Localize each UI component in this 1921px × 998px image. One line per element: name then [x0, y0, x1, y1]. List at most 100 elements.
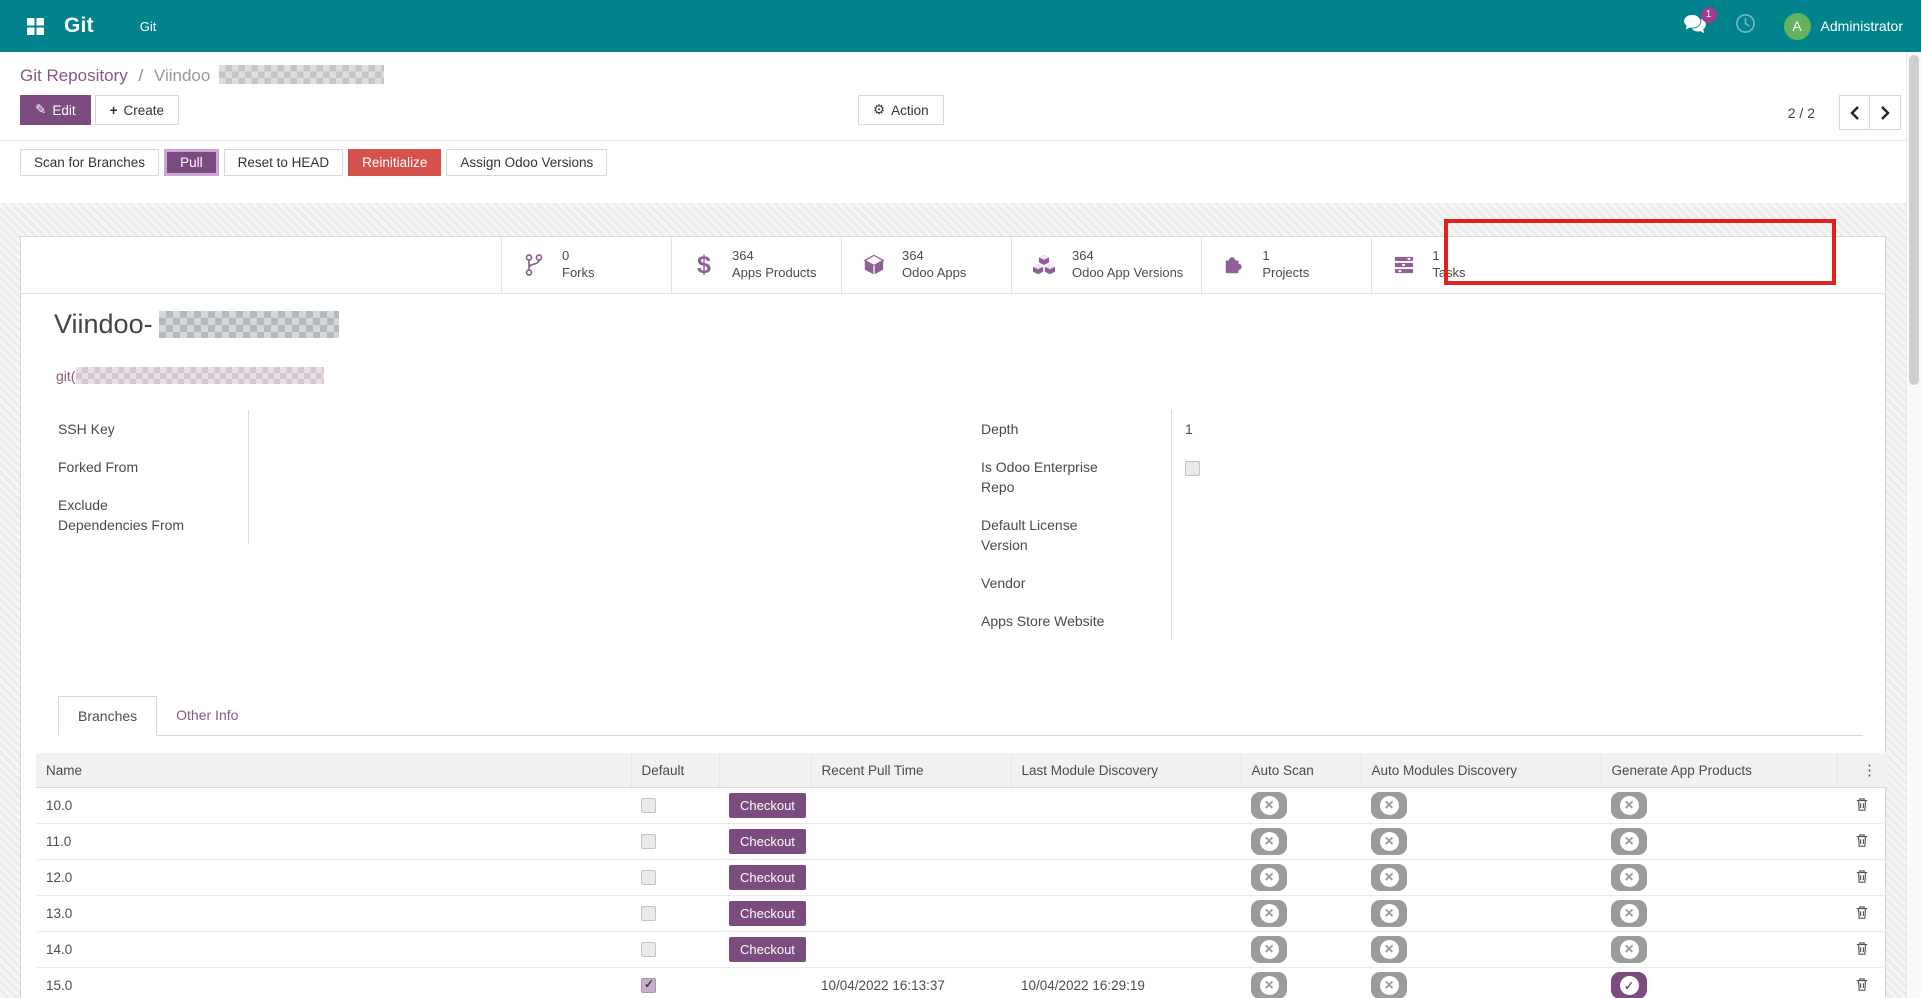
- col-header-generate-app-products[interactable]: Generate App Products: [1601, 753, 1837, 788]
- recent-pull-time: [811, 824, 1011, 860]
- checkout-button[interactable]: Checkout: [729, 793, 806, 818]
- activities-clock-icon[interactable]: [1735, 13, 1756, 39]
- branch-name[interactable]: 15.0: [36, 968, 631, 998]
- pager-value: 2 / 2: [1788, 105, 1815, 121]
- recent-pull-time: [811, 932, 1011, 968]
- action-button[interactable]: ⚙ Action: [858, 95, 944, 125]
- col-header-last-module-discovery[interactable]: Last Module Discovery: [1011, 753, 1241, 788]
- last-module-discovery: [1011, 788, 1241, 824]
- stat-button-odoo-apps[interactable]: 364 Odoo Apps: [841, 237, 1011, 293]
- branch-name[interactable]: 12.0: [36, 860, 631, 896]
- generate-app-products-toggle[interactable]: [1611, 936, 1647, 963]
- col-header-default[interactable]: Default: [631, 753, 719, 788]
- generate-app-products-toggle[interactable]: [1611, 792, 1647, 819]
- default-checkbox[interactable]: [641, 942, 656, 957]
- checkout-button[interactable]: Checkout: [729, 829, 806, 854]
- branch-name[interactable]: 10.0: [36, 788, 631, 824]
- stat-button-forks[interactable]: 0 Forks: [501, 237, 671, 293]
- avatar: A: [1784, 13, 1811, 40]
- last-module-discovery: [1011, 932, 1241, 968]
- messages-button[interactable]: 1: [1683, 14, 1707, 39]
- last-module-discovery: [1011, 860, 1241, 896]
- control-panel: Git Repository / Viindoo ✎ Edit + Create…: [0, 52, 1921, 140]
- chevron-right-icon: [1880, 106, 1890, 120]
- scan-for-branches-button[interactable]: Scan for Branches: [20, 149, 159, 176]
- create-button[interactable]: + Create: [95, 95, 179, 125]
- repo-url-link[interactable]: git(: [56, 367, 1885, 384]
- user-menu[interactable]: A Administrator: [1784, 13, 1903, 40]
- generate-app-products-toggle[interactable]: [1611, 828, 1647, 855]
- field-value-depth: 1: [1171, 410, 1855, 448]
- default-checkbox[interactable]: [641, 870, 656, 885]
- table-row[interactable]: 10.0 Checkout: [36, 788, 1887, 824]
- auto-modules-discovery-toggle[interactable]: [1371, 900, 1407, 927]
- field-label-depth: Depth: [981, 410, 1171, 448]
- col-header-name[interactable]: Name: [36, 753, 631, 788]
- delete-icon[interactable]: [1853, 867, 1871, 889]
- col-header-recent-pull-time[interactable]: Recent Pull Time: [811, 753, 1011, 788]
- nav-menu-git[interactable]: Git: [136, 13, 161, 40]
- checkout-button[interactable]: Checkout: [729, 865, 806, 890]
- reset-to-head-button[interactable]: Reset to HEAD: [224, 149, 344, 176]
- default-checkbox[interactable]: [641, 906, 656, 921]
- is-odoo-enterprise-repo-checkbox[interactable]: [1185, 461, 1200, 476]
- breadcrumb-parent[interactable]: Git Repository: [20, 66, 128, 85]
- field-label-vendor: Vendor: [981, 564, 1171, 602]
- auto-scan-toggle[interactable]: [1251, 792, 1287, 819]
- auto-modules-discovery-toggle[interactable]: [1371, 936, 1407, 963]
- auto-scan-toggle[interactable]: [1251, 864, 1287, 891]
- col-header-auto-scan[interactable]: Auto Scan: [1241, 753, 1361, 788]
- form-content-area: 0 Forks $ 364 Apps Products: [0, 203, 1921, 998]
- stat-button-apps-products[interactable]: $ 364 Apps Products: [671, 237, 841, 293]
- field-group-right: Depth 1 Is Odoo Enterprise Repo Default …: [981, 410, 1855, 640]
- auto-modules-discovery-toggle[interactable]: [1371, 864, 1407, 891]
- auto-modules-discovery-toggle[interactable]: [1371, 828, 1407, 855]
- table-row[interactable]: 12.0 Checkout: [36, 860, 1887, 896]
- tab-branches[interactable]: Branches: [58, 696, 157, 736]
- table-row[interactable]: 14.0 Checkout: [36, 932, 1887, 968]
- optional-columns-icon[interactable]: ⋮: [1837, 753, 1887, 788]
- delete-icon[interactable]: [1853, 975, 1871, 997]
- auto-modules-discovery-toggle[interactable]: [1371, 792, 1407, 819]
- branch-name[interactable]: 11.0: [36, 824, 631, 860]
- auto-modules-discovery-toggle[interactable]: [1371, 972, 1407, 998]
- edit-button[interactable]: ✎ Edit: [20, 95, 91, 125]
- generate-app-products-toggle[interactable]: [1611, 900, 1647, 927]
- delete-icon[interactable]: [1853, 795, 1871, 817]
- app-brand[interactable]: Git: [64, 14, 94, 38]
- default-checkbox[interactable]: [641, 834, 656, 849]
- reinitialize-button[interactable]: Reinitialize: [348, 149, 441, 176]
- default-checkbox[interactable]: [641, 798, 656, 813]
- pull-button[interactable]: Pull: [164, 149, 219, 176]
- col-header-auto-modules-discovery[interactable]: Auto Modules Discovery: [1361, 753, 1601, 788]
- branch-name[interactable]: 14.0: [36, 932, 631, 968]
- default-checkbox[interactable]: [641, 978, 656, 993]
- branch-name[interactable]: 13.0: [36, 896, 631, 932]
- stat-button-odoo-app-versions[interactable]: 364 Odoo App Versions: [1011, 237, 1201, 293]
- auto-scan-toggle[interactable]: [1251, 828, 1287, 855]
- table-row[interactable]: 11.0 Checkout: [36, 824, 1887, 860]
- delete-icon[interactable]: [1853, 939, 1871, 961]
- pager-next-button[interactable]: [1870, 95, 1901, 130]
- vertical-scrollbar[interactable]: [1906, 52, 1921, 998]
- checkout-button[interactable]: Checkout: [729, 937, 806, 962]
- generate-app-products-toggle[interactable]: [1611, 972, 1647, 998]
- delete-icon[interactable]: [1853, 831, 1871, 853]
- stat-button-projects[interactable]: 1 Projects: [1201, 237, 1371, 293]
- assign-odoo-versions-button[interactable]: Assign Odoo Versions: [446, 149, 607, 176]
- delete-icon[interactable]: [1853, 903, 1871, 925]
- stat-button-tasks[interactable]: 1 Tasks: [1371, 237, 1541, 293]
- apps-grid-icon[interactable]: [18, 9, 52, 43]
- checkout-button[interactable]: Checkout: [729, 901, 806, 926]
- auto-scan-toggle[interactable]: [1251, 936, 1287, 963]
- table-row[interactable]: 15.0 Checkout 10/04/2022 16:13:37 10/04/…: [36, 968, 1887, 998]
- plus-icon: +: [110, 103, 118, 118]
- tab-other-info[interactable]: Other Info: [157, 696, 257, 735]
- pager-previous-button[interactable]: [1839, 95, 1870, 130]
- field-label-ssh-key: SSH Key: [58, 410, 248, 448]
- table-row[interactable]: 13.0 Checkout: [36, 896, 1887, 932]
- auto-scan-toggle[interactable]: [1251, 972, 1287, 998]
- scrollbar-thumb[interactable]: [1909, 55, 1919, 385]
- generate-app-products-toggle[interactable]: [1611, 864, 1647, 891]
- auto-scan-toggle[interactable]: [1251, 900, 1287, 927]
